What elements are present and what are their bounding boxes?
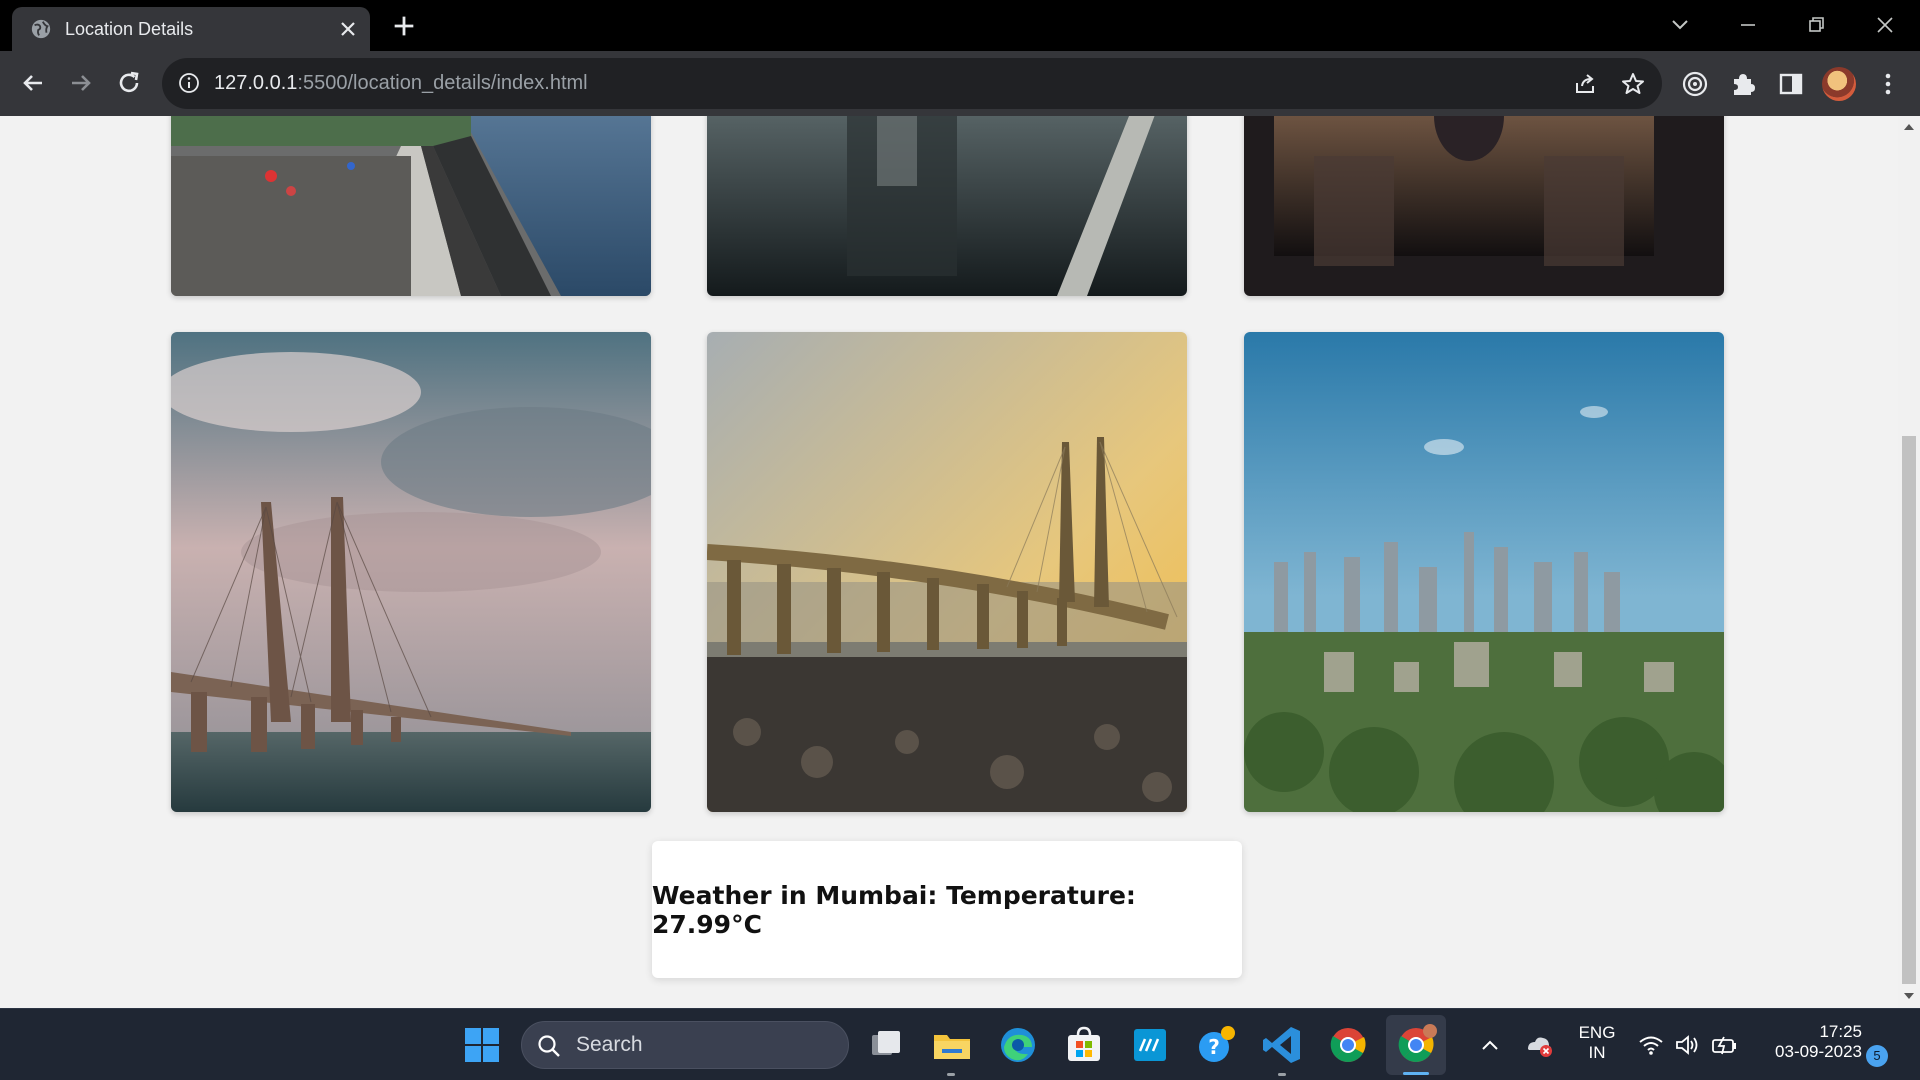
promenade-image bbox=[171, 116, 651, 296]
tab-title: Location Details bbox=[65, 19, 194, 39]
browser-tab[interactable]: Location Details bbox=[12, 7, 370, 51]
sea-link-cloudy-image bbox=[171, 332, 651, 812]
search-label: Search bbox=[576, 1033, 643, 1056]
reload-icon[interactable] bbox=[113, 67, 145, 99]
search-icon bbox=[538, 1035, 560, 1057]
chrome-profile-icon[interactable] bbox=[1392, 1021, 1440, 1069]
close-window-icon[interactable] bbox=[1870, 10, 1900, 40]
region-code: IN bbox=[1588, 1043, 1606, 1062]
tab-strip: Location Details bbox=[0, 0, 1920, 51]
rainy-reflection-image bbox=[707, 116, 1187, 296]
windows-start-icon[interactable] bbox=[458, 1021, 506, 1069]
photo-gateway-reflection bbox=[1244, 116, 1724, 296]
gateway-reflection-image bbox=[1244, 116, 1724, 296]
clock-time: 17:25 bbox=[1819, 1022, 1862, 1041]
svg-text:?: ? bbox=[1208, 1035, 1220, 1059]
show-hidden-icons-chevron-icon[interactable] bbox=[1478, 1035, 1502, 1055]
address-bar[interactable]: 127.0.0.1:5500/location_details/index.ht… bbox=[162, 58, 1662, 109]
wifi-icon[interactable] bbox=[1638, 1033, 1664, 1057]
running-app-indicator bbox=[1278, 1073, 1286, 1076]
weather-text: Weather in Mumbai: Temperature: 27.99°C bbox=[652, 880, 1136, 939]
bookmark-star-icon[interactable] bbox=[1620, 71, 1646, 97]
vscode-icon[interactable] bbox=[1258, 1021, 1306, 1069]
photo-sea-link-sunset bbox=[707, 332, 1187, 812]
browser-toolbar: 127.0.0.1:5500/location_details/index.ht… bbox=[0, 51, 1920, 116]
profile-avatar[interactable] bbox=[1822, 67, 1856, 101]
running-app-indicator bbox=[947, 1073, 955, 1076]
edge-icon[interactable] bbox=[994, 1021, 1042, 1069]
language-indicator[interactable]: ENG IN bbox=[1572, 1023, 1622, 1063]
scroll-down-arrow-icon[interactable] bbox=[1904, 993, 1914, 999]
language-code: ENG bbox=[1578, 1023, 1616, 1042]
restore-icon[interactable] bbox=[1801, 10, 1831, 40]
extension-target-icon[interactable] bbox=[1681, 70, 1709, 98]
photo-marine-drive-promenade bbox=[171, 116, 651, 296]
volume-icon[interactable] bbox=[1674, 1033, 1700, 1057]
close-tab-icon[interactable] bbox=[336, 17, 360, 41]
scrollbar-thumb[interactable] bbox=[1898, 436, 1920, 984]
taskbar-search[interactable]: Search bbox=[521, 1021, 849, 1069]
url-path: :5500/location_details/index.html bbox=[297, 72, 588, 94]
windows-taskbar: Search ? ENG IN 17:25 03-09-2023 5 bbox=[0, 1008, 1920, 1080]
photo-city-skyline bbox=[1244, 332, 1724, 812]
notification-badge[interactable]: 5 bbox=[1866, 1045, 1888, 1067]
tab-search-chevron-icon[interactable] bbox=[1665, 10, 1695, 40]
globe-icon bbox=[31, 19, 51, 39]
url-host: 127.0.0.1 bbox=[214, 72, 298, 94]
weather-card: Weather in Mumbai: Temperature: 27.99°C bbox=[652, 841, 1242, 978]
clock-date: 03-09-2023 bbox=[1775, 1042, 1862, 1061]
page-viewport: Weather in Mumbai: Temperature: 27.99°C bbox=[0, 116, 1898, 1008]
clock[interactable]: 17:25 03-09-2023 bbox=[1752, 1022, 1862, 1062]
photo-sea-link-cloudy bbox=[171, 332, 651, 812]
city-skyline-image bbox=[1244, 332, 1724, 812]
photo-rainy-reflection bbox=[707, 116, 1187, 296]
share-icon[interactable] bbox=[1572, 71, 1598, 97]
scroll-up-arrow-icon[interactable] bbox=[1904, 124, 1914, 130]
myhp-icon[interactable] bbox=[1126, 1021, 1174, 1069]
site-info-icon[interactable] bbox=[178, 72, 200, 94]
new-tab-icon[interactable] bbox=[390, 12, 418, 40]
active-app-indicator bbox=[1403, 1072, 1429, 1075]
microsoft-store-icon[interactable] bbox=[1060, 1021, 1108, 1069]
minimize-icon[interactable] bbox=[1733, 10, 1763, 40]
chrome-icon[interactable] bbox=[1324, 1021, 1372, 1069]
sea-link-sunset-image bbox=[707, 332, 1187, 812]
url-text: 127.0.0.1:5500/location_details/index.ht… bbox=[214, 58, 588, 109]
file-explorer-icon[interactable] bbox=[928, 1021, 976, 1069]
onedrive-error-icon[interactable] bbox=[1524, 1031, 1554, 1059]
task-view-icon[interactable] bbox=[862, 1021, 910, 1069]
forward-arrow-icon[interactable] bbox=[65, 67, 97, 99]
extensions-puzzle-icon[interactable] bbox=[1729, 70, 1757, 98]
back-arrow-icon[interactable] bbox=[17, 67, 49, 99]
get-help-icon[interactable]: ? bbox=[1192, 1021, 1240, 1069]
battery-charging-icon[interactable] bbox=[1710, 1033, 1738, 1057]
more-menu-icon[interactable] bbox=[1874, 70, 1902, 98]
side-panel-icon[interactable] bbox=[1777, 70, 1805, 98]
